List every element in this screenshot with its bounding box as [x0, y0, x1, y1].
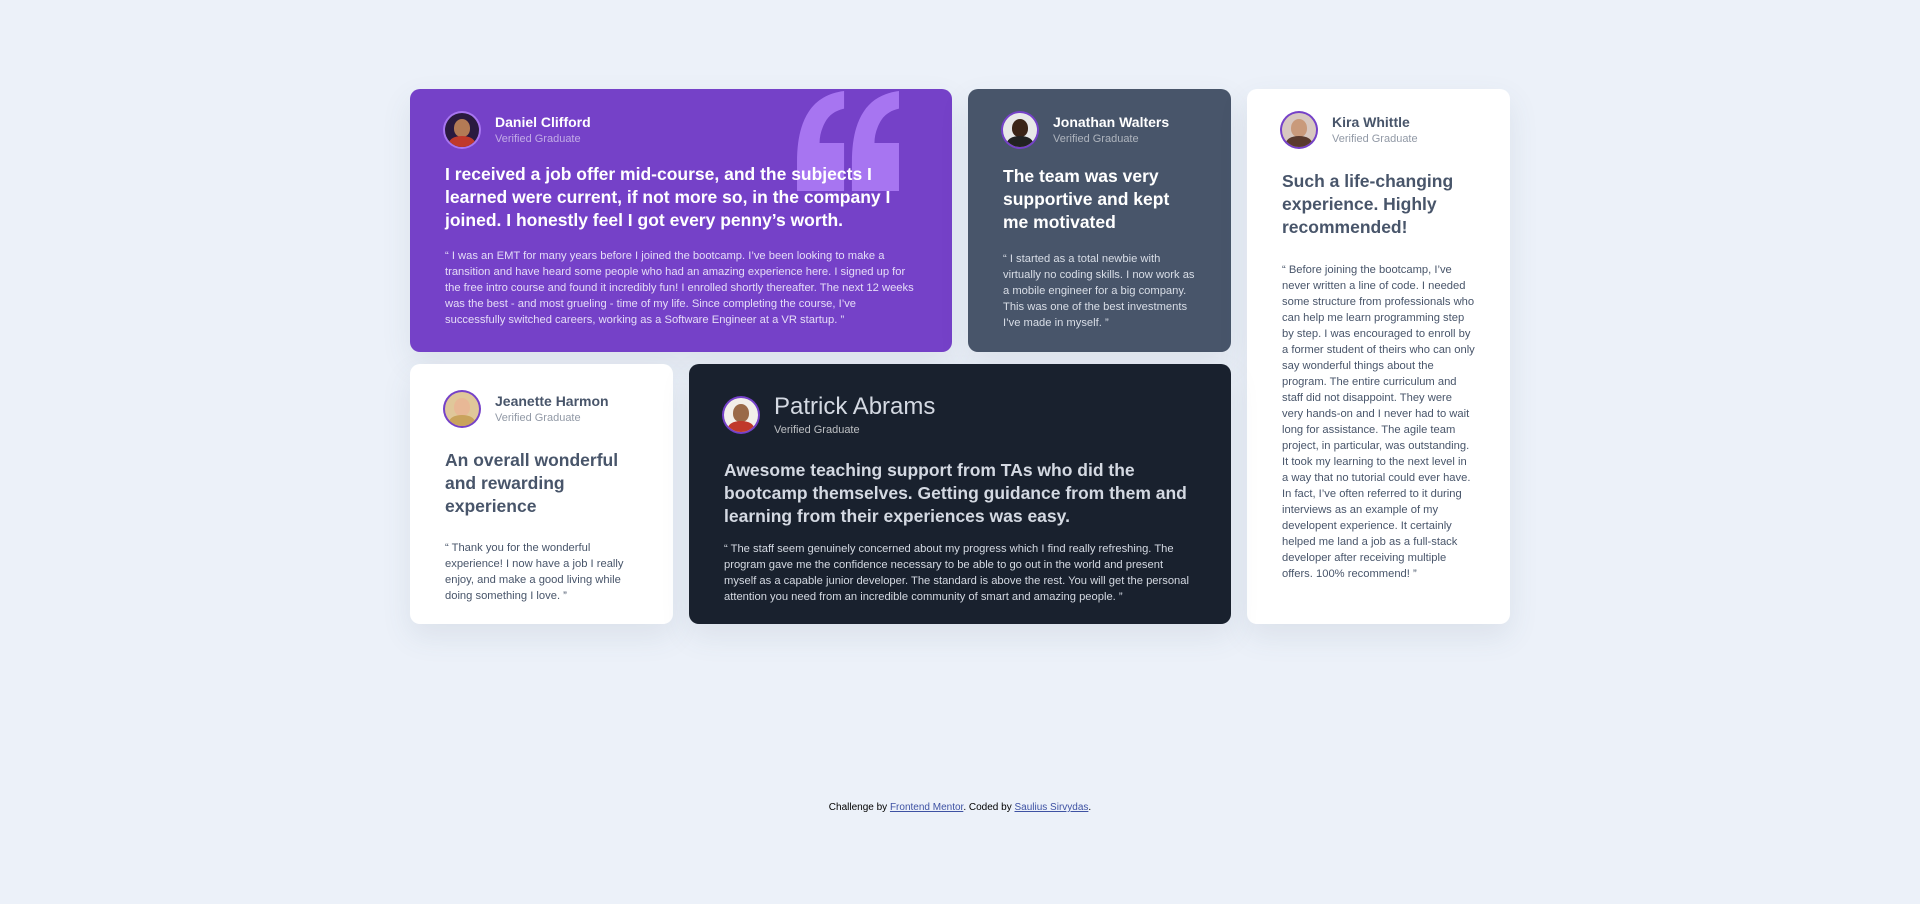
author-link[interactable]: Saulius Sirvydas	[1014, 802, 1088, 813]
testimonial-card-daniel: Daniel Clifford Verified Graduate I rece…	[410, 89, 952, 352]
frontend-mentor-link[interactable]: Frontend Mentor	[890, 802, 963, 813]
testimonial-card-jeanette: Jeanette Harmon Verified Graduate An ove…	[410, 364, 673, 624]
attribution-prefix: Challenge by	[828, 802, 890, 813]
testimonial-headline: An overall wonderful and rewarding exper…	[445, 450, 619, 516]
avatar	[445, 392, 479, 426]
person-name: Jeanette Harmon	[495, 393, 609, 409]
person-header: Jonathan Walters Verified Graduate	[1003, 113, 1196, 147]
person-name: Daniel Clifford	[495, 114, 591, 130]
testimonial-body: “ I was an EMT for many years before I j…	[445, 250, 914, 326]
testimonial-body: “ The staff seem genuinely concerned abo…	[724, 543, 1189, 603]
person-role: Verified Graduate	[1053, 133, 1139, 145]
testimonial-body: “ I started as a total newbie with virtu…	[1003, 253, 1195, 329]
person-role: Verified Graduate	[1332, 133, 1418, 145]
testimonial-card-kira: Kira Whittle Verified Graduate Such a li…	[1247, 89, 1510, 624]
testimonial-headline: Awesome teaching support from TAs who di…	[724, 460, 1187, 526]
avatar	[445, 113, 479, 147]
attribution-suffix: .	[1088, 802, 1092, 813]
person-header: Patrick Abrams Verified Graduate	[724, 392, 1196, 438]
person-name: Kira Whittle	[1332, 114, 1410, 130]
testimonial-headline: The team was very supportive and kept me…	[1003, 166, 1170, 232]
testimonial-body: “ Thank you for the wonderful experience…	[445, 542, 624, 602]
person-header: Jeanette Harmon Verified Graduate	[445, 392, 638, 426]
avatar	[1282, 113, 1316, 147]
person-header: Daniel Clifford Verified Graduate	[445, 113, 917, 147]
person-role: Verified Graduate	[495, 133, 581, 145]
attribution: Challenge by Frontend Mentor. Coded by S…	[0, 802, 1920, 813]
testimonial-headline: Such a life-changing experience. Highly …	[1282, 171, 1454, 237]
testimonial-card-patrick: Patrick Abrams Verified Graduate Awesome…	[689, 364, 1231, 624]
testimonials-grid: Daniel Clifford Verified Graduate I rece…	[410, 89, 1510, 624]
person-role: Verified Graduate	[774, 424, 860, 436]
person-header: Kira Whittle Verified Graduate	[1282, 113, 1475, 147]
person-name: Jonathan Walters	[1053, 114, 1170, 130]
testimonial-card-jonathan: Jonathan Walters Verified Graduate The t…	[968, 89, 1231, 352]
testimonial-headline: I received a job offer mid-course, and t…	[445, 164, 891, 230]
attribution-middle: . Coded by	[963, 802, 1015, 813]
person-name: Patrick Abrams	[774, 393, 936, 420]
avatar	[724, 398, 758, 432]
testimonial-body: “ Before joining the bootcamp, I’ve neve…	[1282, 264, 1475, 580]
person-role: Verified Graduate	[495, 412, 581, 424]
avatar	[1003, 113, 1037, 147]
